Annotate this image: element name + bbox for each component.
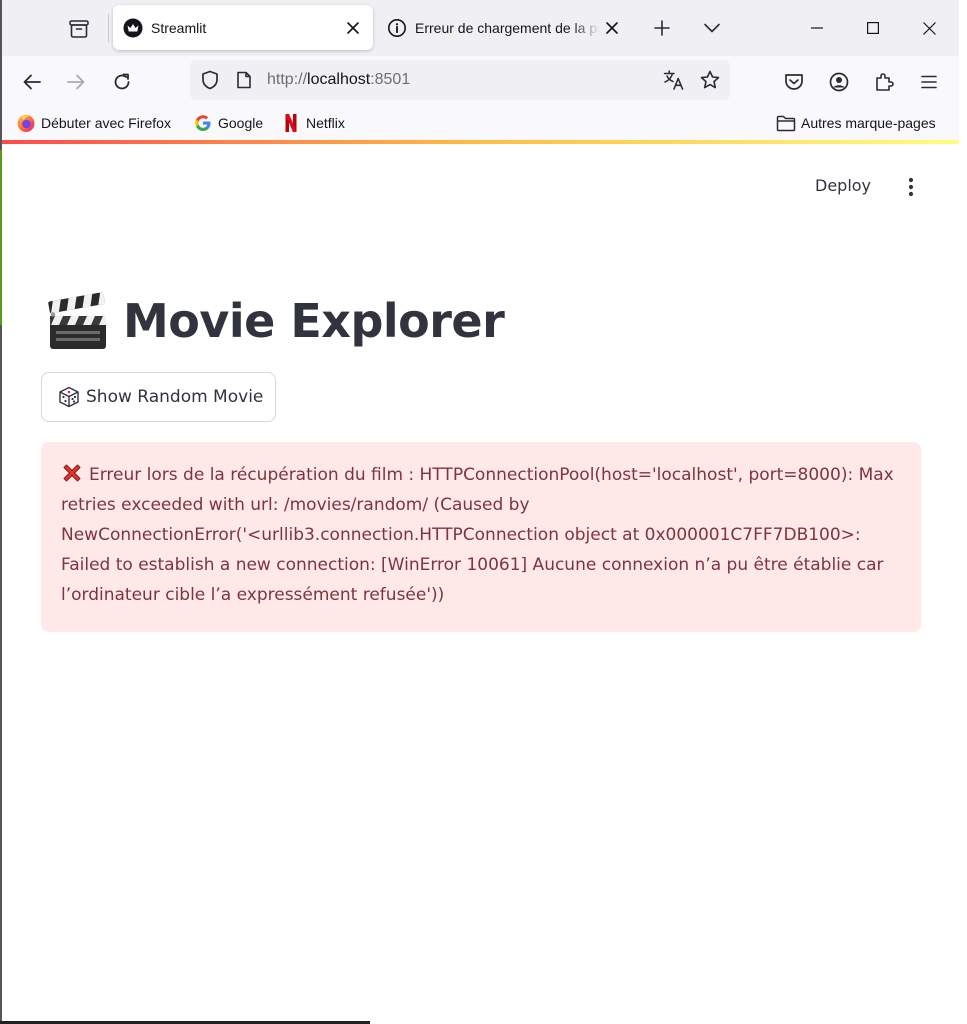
- hamburger-menu-icon: [921, 75, 937, 89]
- background-window-edge: [959, 0, 967, 1024]
- account-button[interactable]: [823, 66, 855, 98]
- url-host: localhost: [307, 71, 371, 88]
- close-window-button[interactable]: [906, 8, 952, 48]
- account-icon: [829, 72, 849, 92]
- tab-separator: [108, 14, 109, 42]
- page-icon[interactable]: [230, 66, 258, 94]
- more-vertical-icon: [908, 177, 914, 197]
- minimize-button[interactable]: [794, 8, 840, 48]
- dice-icon: [59, 386, 79, 408]
- back-button[interactable]: [16, 66, 48, 98]
- close-tab-icon[interactable]: [600, 16, 624, 40]
- show-random-movie-button[interactable]: Show Random Movie: [41, 372, 276, 422]
- other-bookmarks-label: Autres marque-pages: [801, 115, 936, 131]
- clapper-board-icon: [48, 291, 106, 349]
- maximize-icon: [867, 22, 879, 34]
- folder-icon: [776, 113, 796, 133]
- streamlit-crown-icon: [123, 18, 143, 38]
- info-circle-icon: [387, 18, 407, 38]
- arrow-right-icon: [67, 74, 85, 90]
- forward-button[interactable]: [60, 66, 92, 98]
- error-alert: Erreur lors de la récupération du film :…: [41, 442, 921, 632]
- bookmark-label: Netflix: [306, 115, 345, 131]
- list-all-tabs-button[interactable]: [698, 14, 726, 42]
- bookmark-star-icon[interactable]: [696, 66, 724, 94]
- window-frame-accent: [0, 150, 2, 325]
- url-scheme: http://: [267, 71, 308, 88]
- extensions-button[interactable]: [868, 66, 900, 98]
- netflix-icon: [281, 113, 301, 133]
- streamlit-app: Deploy Movie Explorer Show Random Movie …: [2, 144, 959, 1022]
- shield-icon[interactable]: [196, 66, 224, 94]
- reload-button[interactable]: [106, 66, 138, 98]
- tab-label: Streamlit: [151, 19, 207, 36]
- bookmark-google[interactable]: Google: [193, 112, 263, 134]
- page-title-text: Movie Explorer: [123, 294, 505, 348]
- tab-strip: Streamlit Erreur de chargement de la pag…: [2, 0, 959, 56]
- app-menu-button[interactable]: [913, 66, 945, 98]
- firefox-icon: [16, 113, 36, 133]
- pocket-button[interactable]: [778, 66, 810, 98]
- button-label: Show Random Movie: [86, 387, 264, 407]
- chevron-down-icon: [704, 23, 720, 33]
- main-menu-button[interactable]: [899, 174, 923, 200]
- translate-icon[interactable]: [660, 66, 688, 94]
- plus-icon: [654, 20, 670, 36]
- arrow-left-icon: [23, 74, 41, 90]
- bookmark-label: Débuter avec Firefox: [41, 115, 171, 131]
- tab-streamlit[interactable]: Streamlit: [113, 5, 373, 50]
- cross-mark-icon: [63, 464, 81, 482]
- url-port: :8501: [370, 71, 411, 88]
- page-title: Movie Explorer: [45, 288, 505, 354]
- close-tab-icon[interactable]: [341, 16, 365, 40]
- navigation-toolbar: http://localhost:8501: [2, 56, 959, 106]
- maximize-button[interactable]: [850, 8, 896, 48]
- google-icon: [193, 113, 213, 133]
- tab-error-page[interactable]: Erreur de chargement de la page: [377, 5, 632, 50]
- bookmark-netflix[interactable]: Netflix: [281, 112, 345, 134]
- new-tab-button[interactable]: [648, 14, 676, 42]
- firefox-view-button[interactable]: [64, 14, 94, 44]
- puzzle-piece-icon: [876, 73, 894, 91]
- firefox-view-icon: [69, 20, 89, 38]
- bookmark-label: Google: [218, 115, 264, 131]
- other-bookmarks-folder[interactable]: Autres marque-pages: [776, 112, 936, 134]
- error-message: Erreur lors de la récupération du film :…: [61, 465, 894, 605]
- deploy-button[interactable]: Deploy: [815, 176, 871, 195]
- close-icon: [922, 21, 936, 35]
- tab-label: Erreur de chargement de la page: [415, 19, 600, 36]
- bookmarks-toolbar: Débuter avec Firefox Google Netflix Autr…: [2, 106, 959, 140]
- reload-icon: [114, 73, 130, 90]
- url-text[interactable]: http://localhost:8501: [267, 71, 410, 89]
- pocket-icon: [785, 74, 803, 90]
- url-bar[interactable]: http://localhost:8501: [190, 60, 730, 100]
- minimize-icon: [811, 27, 823, 29]
- bookmark-firefox[interactable]: Débuter avec Firefox: [16, 112, 171, 134]
